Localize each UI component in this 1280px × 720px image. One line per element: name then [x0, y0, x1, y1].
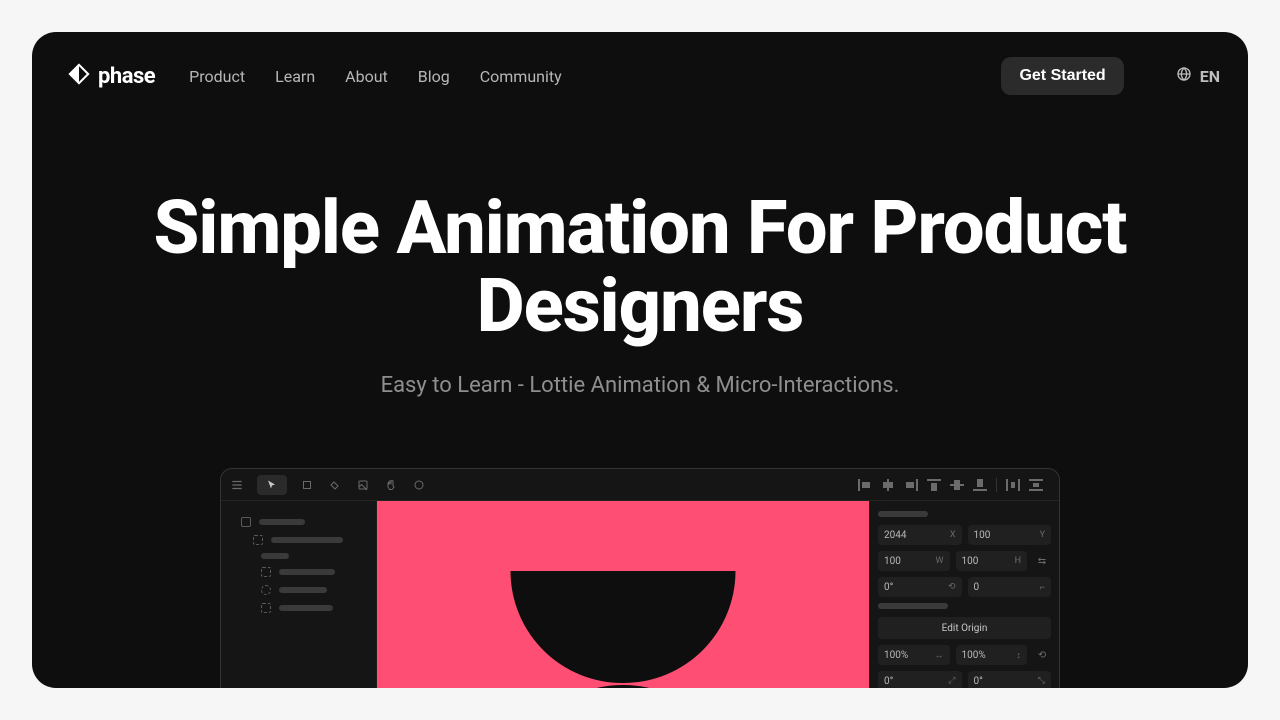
divider: [996, 478, 997, 492]
nav-about[interactable]: About: [345, 67, 388, 86]
layer-row[interactable]: [231, 603, 366, 613]
app-toolbar: [221, 469, 1059, 501]
distribute-h-icon[interactable]: [1006, 479, 1020, 491]
skew-y-input[interactable]: 0°⤡: [968, 671, 1052, 688]
height-input[interactable]: 100H: [956, 551, 1028, 571]
scale-y-input[interactable]: 100%↕: [956, 645, 1028, 665]
y-input[interactable]: 100Y: [968, 525, 1052, 545]
nav-community[interactable]: Community: [480, 67, 562, 86]
get-started-button[interactable]: Get Started: [1001, 57, 1123, 95]
globe-icon: [1176, 66, 1192, 86]
layer-row[interactable]: [231, 585, 366, 595]
toolbar-left: [229, 475, 427, 495]
edit-origin-button[interactable]: Edit Origin: [878, 617, 1051, 639]
comment-tool-icon[interactable]: [411, 477, 427, 493]
logo-icon: [68, 63, 90, 89]
image-tool-icon[interactable]: [355, 477, 371, 493]
language-label: EN: [1200, 67, 1220, 86]
canvas-shape: [511, 571, 736, 683]
logo-text: phase: [98, 64, 155, 89]
width-input[interactable]: 100W: [878, 551, 950, 571]
hand-tool-icon[interactable]: [383, 477, 399, 493]
layer-row[interactable]: [231, 567, 366, 577]
align-top-icon[interactable]: [927, 479, 941, 491]
nav-blog[interactable]: Blog: [418, 67, 450, 86]
layer-row[interactable]: [231, 535, 366, 545]
hero-title: Simple Animation For Product Designers: [72, 190, 1208, 345]
align-right-icon[interactable]: [904, 479, 918, 491]
canvas[interactable]: [377, 501, 869, 688]
toolbar-right: [858, 478, 1051, 492]
main-nav: Product Learn About Blog Community: [189, 67, 562, 86]
select-tool-icon[interactable]: [257, 475, 287, 495]
align-center-h-icon[interactable]: [881, 479, 895, 491]
align-left-icon[interactable]: [858, 479, 872, 491]
header: phase Product Learn About Blog Community…: [32, 32, 1248, 120]
rotation-input[interactable]: 0°⟲: [878, 577, 962, 597]
nav-learn[interactable]: Learn: [275, 67, 315, 86]
properties-panel: 2044X 100Y 100W 100H ⇆ 0°⟲ 0⌐ Edit Origi…: [869, 501, 1059, 688]
scale-x-input[interactable]: 100%↔: [878, 645, 950, 665]
x-input[interactable]: 2044X: [878, 525, 962, 545]
skew-x-input[interactable]: 0°⤢: [878, 671, 962, 688]
distribute-v-icon[interactable]: [1029, 479, 1043, 491]
layer-row[interactable]: [231, 517, 366, 527]
layer-row[interactable]: [231, 553, 366, 559]
app-preview: 2044X 100Y 100W 100H ⇆ 0°⟲ 0⌐ Edit Origi…: [220, 468, 1060, 688]
panel-section-header: [878, 603, 948, 609]
hero: Simple Animation For Product Designers E…: [32, 120, 1248, 398]
reset-scale-icon[interactable]: ⟲: [1033, 645, 1051, 665]
app-body: 2044X 100Y 100W 100H ⇆ 0°⟲ 0⌐ Edit Origi…: [221, 501, 1059, 688]
nav-product[interactable]: Product: [189, 67, 245, 86]
layers-panel: [221, 501, 377, 688]
canvas-shape: [511, 685, 736, 688]
frame-tool-icon[interactable]: [299, 477, 315, 493]
corner-radius-input[interactable]: 0⌐: [968, 577, 1052, 597]
align-bottom-icon[interactable]: [973, 479, 987, 491]
logo[interactable]: phase: [68, 63, 155, 89]
panel-section-header: [878, 511, 928, 517]
page-card: phase Product Learn About Blog Community…: [32, 32, 1248, 688]
align-center-v-icon[interactable]: [950, 479, 964, 491]
menu-icon[interactable]: [229, 477, 245, 493]
hero-subtitle: Easy to Learn - Lottie Animation & Micro…: [72, 373, 1208, 398]
pen-tool-icon[interactable]: [327, 477, 343, 493]
language-switcher[interactable]: EN: [1176, 66, 1220, 86]
lock-aspect-icon[interactable]: ⇆: [1033, 551, 1051, 571]
